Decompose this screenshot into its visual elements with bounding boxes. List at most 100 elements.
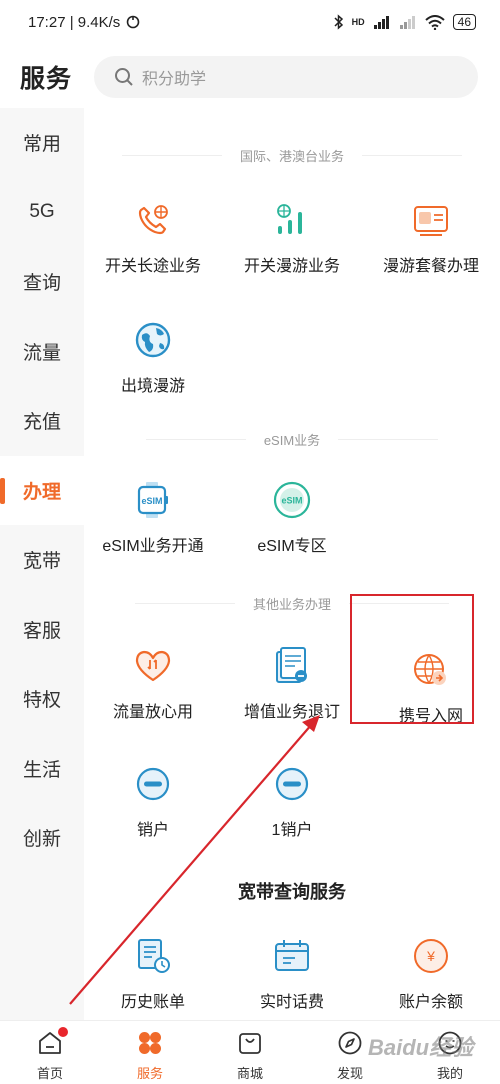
tile-label: 漫游套餐办理 — [382, 258, 479, 275]
section-header-intl: 国际、港澳台业务 — [84, 146, 500, 165]
tile-outbound-roaming[interactable]: 出境漫游 — [84, 320, 222, 396]
sidebar-item-label: 客服 — [22, 620, 61, 642]
battery-indicator: 46 — [452, 14, 476, 30]
heart-data-icon — [133, 646, 173, 686]
tile-data-worry-free[interactable]: 流量放心用 — [84, 646, 222, 722]
sidebar-item-broadband[interactable]: 宽带 — [0, 525, 84, 595]
sidebar-item-label: 常用 — [22, 134, 61, 156]
status-time: 17:27 | 9.4K/s — [28, 13, 121, 31]
nav-service[interactable]: 服务 — [100, 1021, 200, 1084]
bill-history-icon — [133, 936, 173, 976]
nav-label: 商城 — [236, 1066, 263, 1081]
nav-home[interactable]: 首页 — [0, 1021, 100, 1084]
sidebar-item-query[interactable]: 查询 — [0, 247, 84, 317]
status-bar: 17:27 | 9.4K/s HD 46 — [0, 0, 500, 44]
tile-esim-activate[interactable]: eSIM eSIM业务开通 — [84, 480, 222, 556]
nav-label: 发现 — [336, 1066, 363, 1081]
wifi-icon — [424, 14, 445, 30]
tile-realtime-fee[interactable]: 实时话费 — [223, 936, 361, 1012]
sidebar-item-label: 生活 — [22, 759, 61, 781]
notification-dot — [58, 1027, 68, 1037]
section-title: 其他业务办理 — [252, 597, 331, 612]
roaming-package-icon — [411, 200, 451, 240]
nav-label: 首页 — [36, 1066, 63, 1081]
section-header-esim: eSIM业务 — [84, 430, 500, 449]
search-placeholder: 积分助学 — [142, 71, 207, 88]
bluetooth-icon — [334, 14, 343, 30]
tile-label: 出境漫游 — [120, 378, 185, 395]
globe-bars-icon — [272, 200, 312, 240]
tile-long-distance[interactable]: 开关长途业务 — [84, 200, 222, 276]
yen-symbol: ¥ — [426, 948, 435, 964]
sidebar-item-label: 特权 — [22, 690, 61, 712]
tile-label: 实时话费 — [259, 994, 324, 1011]
esim-badge: eSIM — [141, 496, 162, 506]
sidebar-item-recharge[interactable]: 充值 — [0, 386, 84, 456]
esim-watch-icon: eSIM — [133, 480, 173, 520]
minus-circle-icon — [272, 764, 312, 804]
tile-vas-unsubscribe[interactable]: 增值业务退订 — [223, 646, 361, 722]
service-grid-icon — [136, 1029, 164, 1057]
divider — [121, 155, 222, 156]
section-title: eSIM业务 — [263, 433, 321, 448]
esim-badge: eSIM — [281, 496, 302, 506]
sidebar-item-life[interactable]: 生活 — [0, 734, 84, 804]
tile-label: 1销户 — [271, 822, 313, 839]
network-label: HD — [351, 17, 365, 27]
sidebar-item-common[interactable]: 常用 — [0, 108, 84, 178]
search-input[interactable]: 积分助学 — [94, 56, 478, 98]
sidebar-item-innovation[interactable]: 创新 — [0, 803, 84, 873]
tile-label: 销户 — [136, 822, 169, 839]
sidebar-item-label: 充值 — [22, 412, 61, 434]
sidebar-item-label: 创新 — [22, 829, 61, 851]
divider — [145, 439, 246, 440]
sidebar-item-label: 办理 — [22, 481, 61, 503]
tile-label: eSIM业务开通 — [102, 538, 204, 555]
tile-label: 开关长途业务 — [104, 258, 201, 275]
phone-globe-icon — [133, 200, 173, 240]
nav-label: 服务 — [136, 1066, 163, 1081]
page-title: 服务 — [20, 65, 73, 93]
earth-icon — [133, 320, 173, 360]
tile-label: 增值业务退订 — [243, 704, 340, 721]
tile-roaming-package[interactable]: 漫游套餐办理 — [362, 200, 500, 276]
compass-icon — [336, 1029, 364, 1057]
tile-bill-history[interactable]: 历史账单 — [84, 936, 222, 1012]
sync-icon — [126, 15, 140, 29]
yen-balance-icon: ¥ — [411, 936, 451, 976]
sidebar-item-label: 查询 — [22, 273, 61, 295]
sidebar-item-handle[interactable]: 办理 — [0, 455, 84, 525]
divider — [362, 155, 462, 156]
sidebar-item-data[interactable]: 流量 — [0, 317, 84, 387]
section-title-broadband: 宽带查询服务 — [238, 882, 346, 902]
realtime-fee-icon — [272, 936, 312, 976]
sidebar-item-5g[interactable]: 5G — [0, 178, 84, 248]
watermark-logo: Baidu经验 — [368, 1035, 474, 1060]
section-title: 国际、港澳台业务 — [239, 149, 344, 164]
sidebar-item-label: 5G — [29, 201, 55, 223]
tile-label: 账户余额 — [398, 994, 463, 1011]
divider — [134, 603, 235, 604]
sidebar-item-customer-service[interactable]: 客服 — [0, 595, 84, 665]
tile-cancel-account-1[interactable]: 1销户 — [223, 764, 361, 840]
header: 服务 积分助学 — [0, 52, 500, 102]
tile-account-balance[interactable]: ¥ 账户余额 — [362, 936, 500, 1012]
nav-shop[interactable]: 商城 — [200, 1021, 300, 1084]
tile-esim-zone[interactable]: eSIM eSIM专区 — [223, 480, 361, 556]
tile-cancel-account[interactable]: 销户 — [84, 764, 222, 840]
tile-label: 历史账单 — [120, 994, 185, 1011]
sidebar-item-label: 流量 — [22, 342, 61, 364]
shop-bag-icon — [236, 1029, 264, 1057]
sidebar-item-privilege[interactable]: 特权 — [0, 664, 84, 734]
divider — [338, 439, 439, 440]
service-content: 国际、港澳台业务 开关长途业务 开关漫游业务 漫游套餐办理 出境漫游 eSIM业… — [84, 108, 500, 1020]
sidebar-item-label: 宽带 — [22, 551, 61, 573]
category-sidebar: 常用 5G 查询 流量 充值 办理 宽带 客服 特权 生活 创新 — [0, 108, 84, 1020]
tile-label: 开关漫游业务 — [243, 258, 340, 275]
tile-roaming-switch[interactable]: 开关漫游业务 — [223, 200, 361, 276]
nav-label: 我的 — [436, 1066, 463, 1081]
esim-circle-icon: eSIM — [272, 480, 312, 520]
status-left: 17:27 | 9.4K/s — [28, 14, 140, 31]
status-right: HD 46 — [334, 14, 476, 30]
tile-label: eSIM专区 — [257, 538, 327, 555]
